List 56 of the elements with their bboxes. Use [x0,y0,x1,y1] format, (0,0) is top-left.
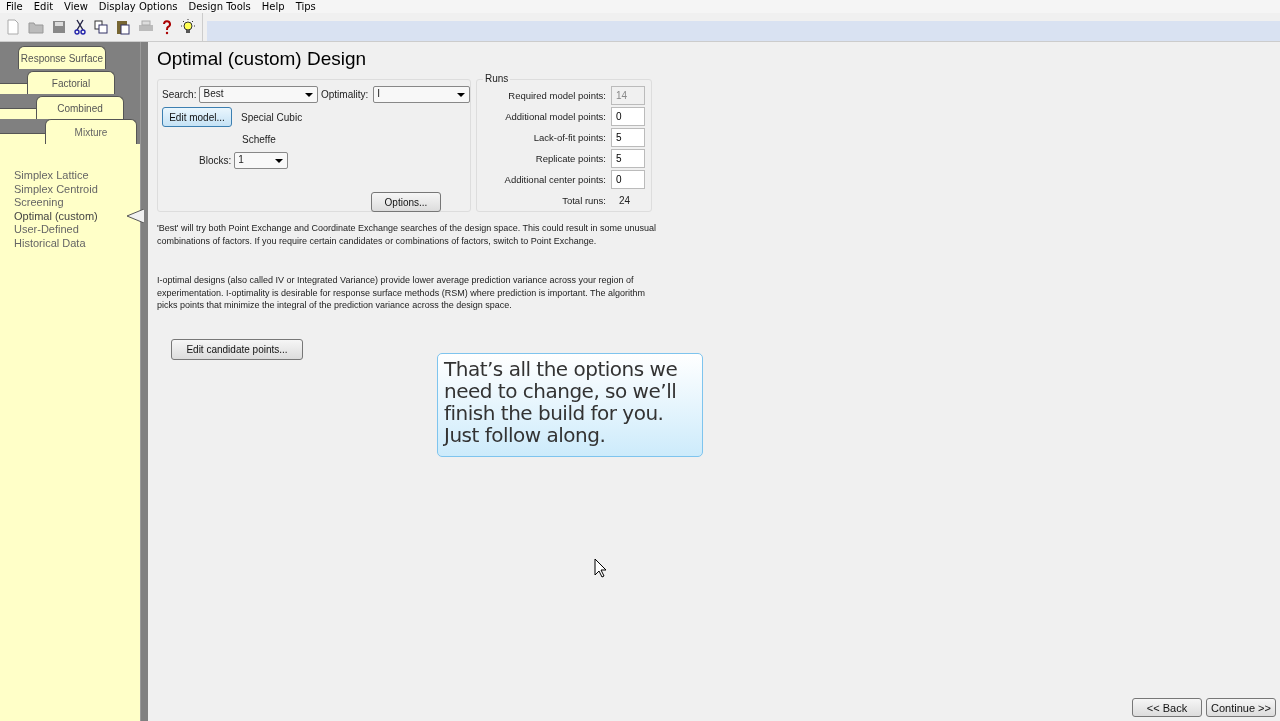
design-type-item[interactable]: Simplex Centroid [14,182,98,195]
edit-model-button[interactable]: Edit model... [162,107,232,127]
runs-input-field[interactable]: 0 [611,106,645,126]
runs-input-field[interactable]: 5 [611,127,645,147]
menu-item[interactable]: Edit [27,0,59,13]
menu-item[interactable]: Help [255,0,290,13]
runs-field-label: Lack-of-fit points: [533,131,606,143]
save-icon[interactable] [52,20,66,34]
copy-icon[interactable] [94,20,108,34]
total-runs-label: Total runs: [562,195,606,207]
edit-candidate-points-button[interactable]: Edit candidate points... [171,338,303,360]
runs-field-label: Replicate points: [535,153,606,165]
help-question-icon[interactable] [162,19,172,35]
navigation-button[interactable]: << Back [1132,698,1202,717]
menu-item[interactable]: Tips [289,0,321,13]
blocks-label: Blocks: [199,155,232,166]
menu-item[interactable]: View [58,0,93,13]
mouse-cursor-icon [594,558,608,578]
blocks-dropdown[interactable]: 1 [234,152,289,169]
runs-field-label: Additional center points: [504,174,606,186]
menu-item[interactable]: File [0,0,28,13]
lightbulb-icon[interactable] [180,19,196,35]
design-type-item[interactable]: Screening [14,196,64,208]
design-type-item[interactable]: Simplex Lattice [14,169,89,181]
design-type-item[interactable]: User-Defined [14,223,79,235]
cut-icon[interactable] [74,19,86,35]
runs-field-label: Additional model points: [505,110,606,122]
page-title: Optimal (custom) Design [157,48,368,70]
description-paragraph: I-optimal designs (also called IV or Integrated Variance) provide lower average prediction variance across your region of experimentation. I-optimality is desirable for response surface methods (RSM) where prediction is important. The algorithm picks points that minimize the integral of the prediction variance across the design space. [157,274,647,312]
design-tab[interactable]: Response Surface [18,46,106,69]
design-type-item[interactable]: Optimal (custom) [14,209,98,222]
tutorial-callout: That’s all the options we need to change, so we’ll finish the build for you. Just follow along. [437,353,703,457]
description-paragraph: 'Best' will try both Point Exchange and Coordinate Exchange searches of the design space. This could result in some unusual combinations of factors. If you require certain candidates or combinations of factors, switch to Point Exchange. [157,222,657,247]
search-dropdown[interactable]: Best [199,86,318,103]
design-tab[interactable]: Factorial [27,71,115,94]
search-label: Search: [162,89,197,100]
runs-field-label: Required model points: [508,89,606,101]
runs-heading: Runs [483,73,511,84]
folder-tab-edge [0,108,36,119]
design-tab[interactable]: Mixture [45,119,137,144]
paste-icon[interactable] [116,19,130,35]
runs-input-field[interactable]: 0 [611,170,645,190]
navigation-button[interactable]: Continue >> [1206,698,1276,717]
folder-tab-edge [0,83,27,94]
optimality-label: Optimality: [320,89,369,100]
runs-input-field[interactable]: 5 [611,149,645,169]
optimality-dropdown[interactable]: I [373,86,470,103]
options-button[interactable]: Options... [371,192,441,212]
menu-item[interactable]: Design Tools [182,0,256,13]
model-text: Scheffe [242,134,276,145]
design-type-item[interactable]: Historical Data [14,236,86,249]
model-text: Special Cubic [241,111,303,123]
design-tab[interactable]: Combined [36,96,124,119]
menu-item[interactable]: Display Options [92,0,183,13]
selection-pointer-icon [126,208,144,223]
total-runs-value: 24 [618,195,632,207]
